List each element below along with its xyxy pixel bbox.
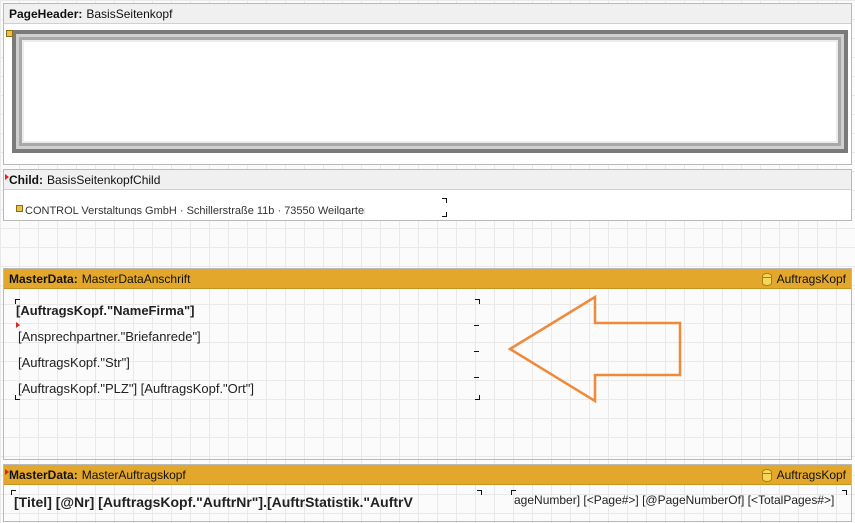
band-kind-label: MasterData: — [9, 467, 78, 482]
master-anschrift-band-header[interactable]: MasterData: MasterDataAnschrift Auftrags… — [4, 269, 851, 289]
field-corner — [475, 299, 480, 304]
page-header-band-header[interactable]: PageHeader: BasisSeitenkopf — [4, 4, 851, 24]
datasource-label: AuftragsKopf — [776, 272, 846, 286]
child-band-header[interactable]: Child: BasisSeitenkopfChild — [4, 170, 851, 190]
field-corner — [442, 212, 447, 217]
flag-icon — [16, 322, 20, 328]
field-corner — [442, 198, 447, 203]
band-kind-label: MasterData: — [9, 271, 78, 286]
master-auftragskopf-band[interactable]: MasterData: MasterAuftragskopf AuftragsK… — [3, 464, 852, 522]
address-line-field[interactable]: CONTROL Verstaltungs GmbH · Schillerstra… — [25, 205, 365, 215]
field-tick — [474, 377, 479, 378]
datasource-indicator[interactable]: AuftragsKopf — [761, 465, 846, 485]
arrow-annotation — [507, 294, 682, 404]
master-anschrift-band[interactable]: MasterData: MasterDataAnschrift Auftrags… — [3, 268, 852, 460]
band-kind-label: Child: — [9, 172, 43, 187]
title-field-text: [Titel] [@Nr] [AuftragsKopf."AuftrNr"].[… — [14, 494, 413, 510]
field-corner — [475, 395, 480, 400]
band-name-label: MasterDataAnschrift — [81, 271, 191, 286]
band-name-label: MasterAuftragskopf — [81, 467, 186, 482]
database-icon — [761, 468, 772, 482]
lock-icon — [16, 205, 23, 212]
title-field[interactable]: [Titel] [@Nr] [AuftragsKopf."AuftrNr"].[… — [14, 494, 480, 510]
arrow-shape — [507, 294, 682, 404]
name-firma-field[interactable]: [AuftragsKopf."NameFirma"] — [16, 303, 194, 318]
master-auftragskopf-band-header[interactable]: MasterData: MasterAuftragskopf AuftragsK… — [4, 465, 851, 485]
band-name-label: BasisSeitenkopfChild — [47, 172, 161, 187]
child-band[interactable]: Child: BasisSeitenkopfChild CONTROL Vers… — [3, 169, 852, 221]
page-number-field-text: ageNumber] [<Page#>] [@PageNumberOf] [<T… — [514, 493, 835, 507]
band-kind-label: PageHeader: — [9, 6, 83, 21]
page-header-band[interactable]: PageHeader: BasisSeitenkopf — [3, 3, 852, 165]
address-line-text: CONTROL Verstaltungs GmbH · Schillerstra… — [25, 205, 365, 215]
band-name-label: BasisSeitenkopf — [86, 6, 173, 21]
header-picture[interactable] — [12, 30, 848, 153]
plz-ort-field[interactable]: [AuftragsKopf."PLZ"] [AuftragsKopf."Ort"… — [18, 381, 254, 396]
field-tick — [474, 351, 479, 352]
page-number-field[interactable]: ageNumber] [<Page#>] [@PageNumberOf] [<T… — [514, 493, 846, 507]
flag-icon — [5, 469, 9, 475]
briefanrede-field[interactable]: [Ansprechpartner."Briefanrede"] — [18, 329, 201, 344]
database-icon — [761, 272, 772, 286]
datasource-indicator[interactable]: AuftragsKopf — [761, 269, 846, 289]
lock-icon — [6, 30, 13, 37]
field-tick — [474, 325, 479, 326]
datasource-label: AuftragsKopf — [776, 468, 846, 482]
street-field[interactable]: [AuftragsKopf."Str"] — [18, 355, 130, 370]
flag-icon — [5, 174, 9, 180]
